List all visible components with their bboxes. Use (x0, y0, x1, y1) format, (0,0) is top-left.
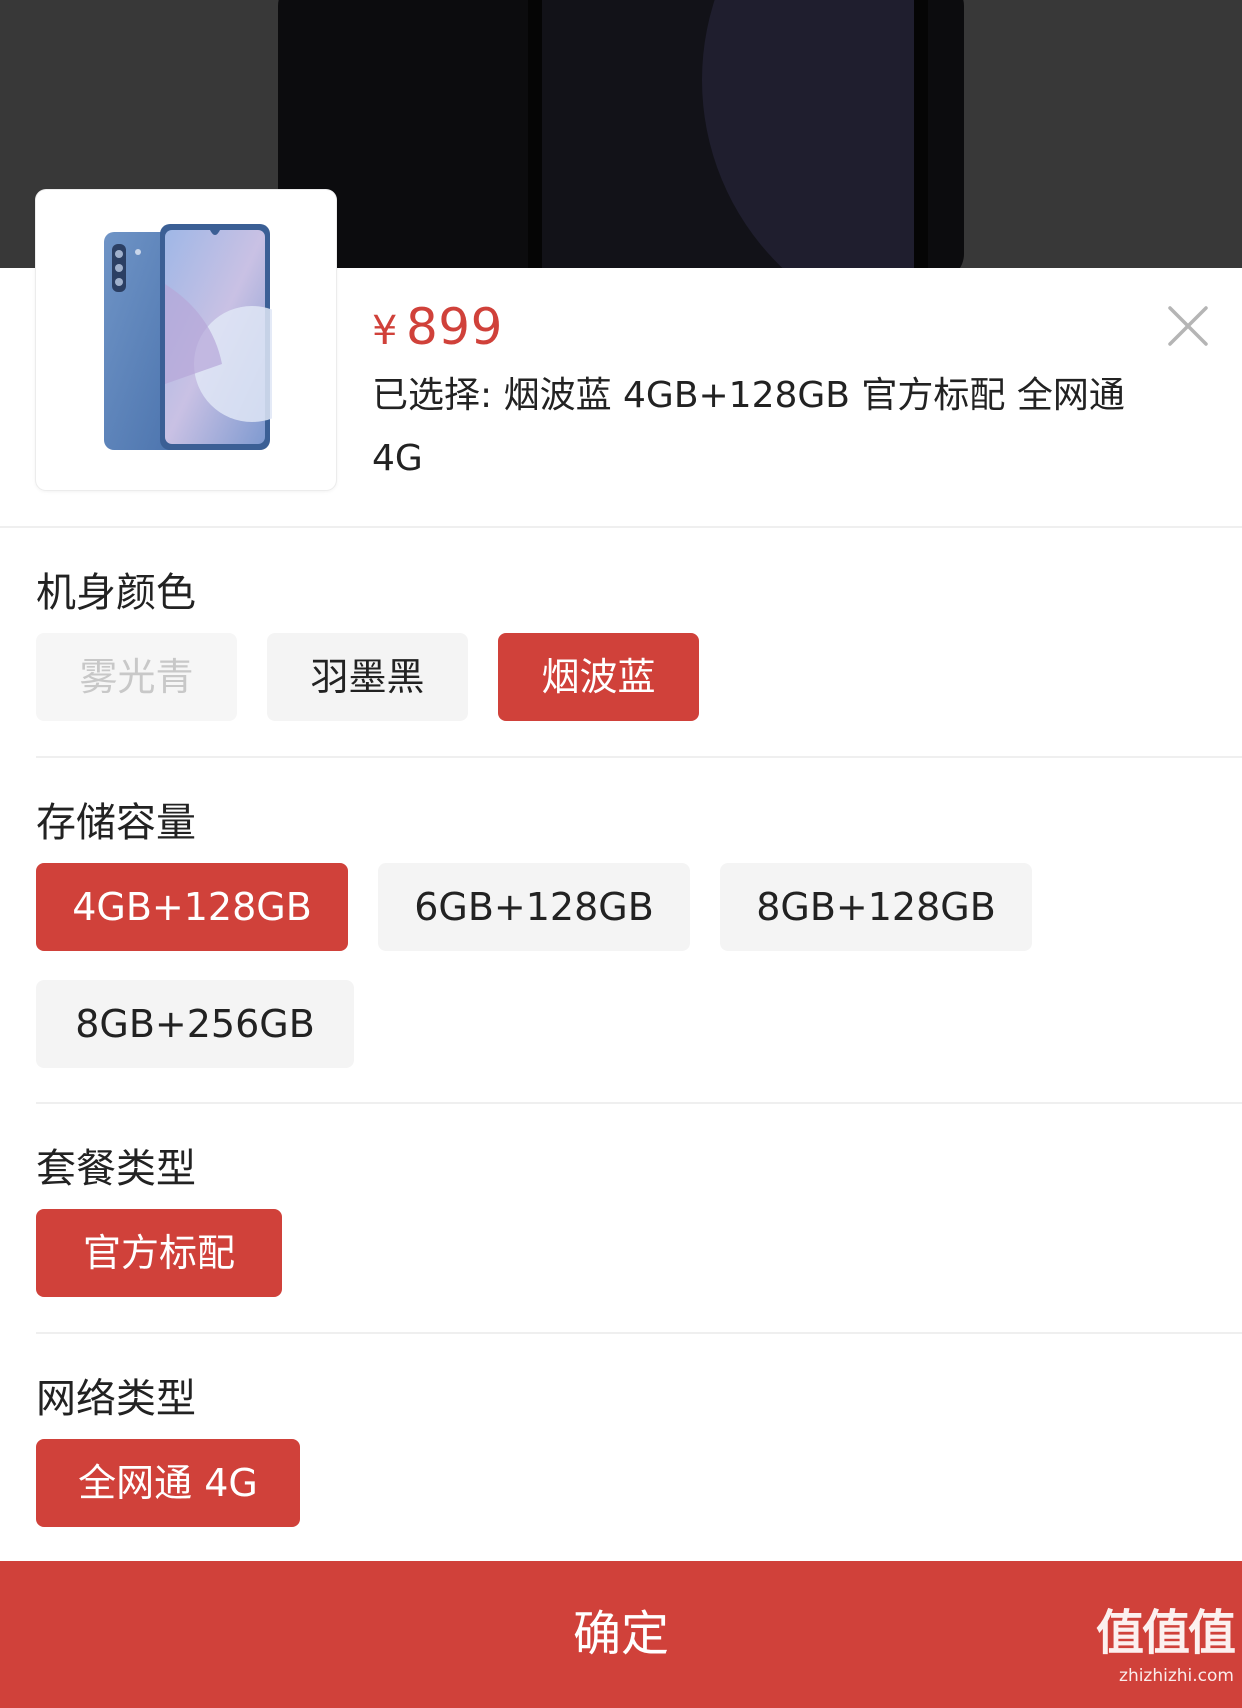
selected-summary: 已选择: 烟波蓝 4GB+128GB 官方标配 全网通 4G (372, 375, 1125, 479)
currency-symbol: ¥ (372, 308, 398, 354)
product-price: ¥899 (372, 298, 503, 356)
close-button[interactable] (1162, 300, 1214, 352)
divider (36, 756, 1242, 758)
confirm-button[interactable]: 确定 (0, 1561, 1242, 1708)
option-color-2[interactable]: 羽墨黑 (267, 633, 468, 721)
option-color-3[interactable]: 烟波蓝 (498, 633, 699, 721)
price-value: 899 (405, 298, 503, 356)
confirm-label: 确定 (572, 1606, 669, 1662)
watermark: 值值值 zhizhizhi.com (1084, 1602, 1236, 1702)
option-storage-3[interactable]: 8GB+128GB (720, 863, 1032, 951)
phone-image: Redmi (104, 224, 272, 450)
watermark-logo: 值值值 (1095, 1605, 1236, 1661)
divider (36, 1102, 1242, 1104)
option-storage-4[interactable]: 8GB+256GB (36, 980, 354, 1068)
group-title-network: 网络类型 (36, 1376, 196, 1422)
divider (36, 1332, 1242, 1334)
watermark-url: zhizhizhi.com (1119, 1666, 1234, 1686)
option-package-1[interactable]: 官方标配 (36, 1209, 282, 1297)
option-storage-2[interactable]: 6GB+128GB (378, 863, 690, 951)
option-color-1[interactable]: 雾光青 (36, 633, 237, 721)
group-title-color: 机身颜色 (36, 570, 196, 616)
backdrop-phone-photo (278, 0, 964, 268)
option-storage-1[interactable]: 4GB+128GB (36, 863, 348, 951)
option-network-1[interactable]: 全网通 4G (36, 1439, 300, 1527)
close-icon (1168, 306, 1208, 346)
group-title-package: 套餐类型 (36, 1146, 196, 1192)
product-thumbnail: Redmi (36, 190, 336, 490)
divider (0, 526, 1242, 528)
group-title-storage: 存储容量 (36, 800, 196, 846)
